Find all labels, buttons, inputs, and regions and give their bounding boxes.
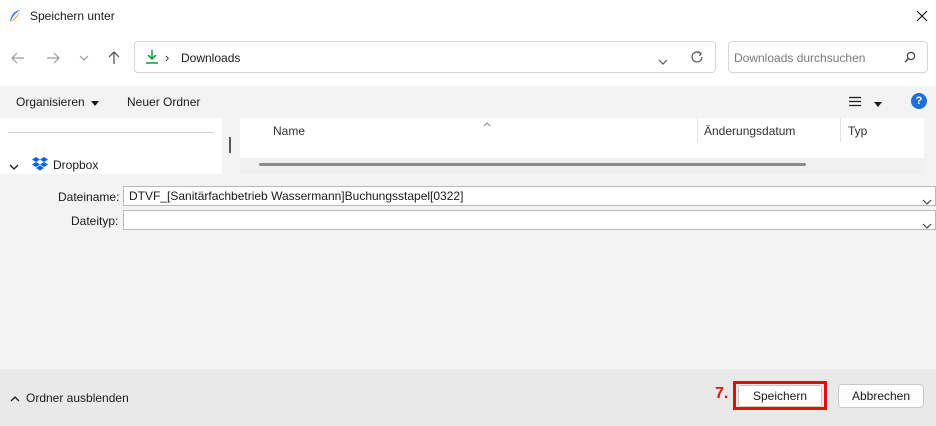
scrollbar-thumb[interactable] [259, 163, 806, 166]
search-input[interactable] [734, 50, 899, 66]
list-view-icon [848, 96, 862, 110]
refresh-icon[interactable] [690, 50, 704, 67]
arrow-right-icon[interactable] [42, 47, 64, 69]
save-button[interactable]: Speichern [738, 385, 822, 407]
filename-dropdown-chevron-down-icon[interactable] [922, 194, 932, 208]
filetype-select[interactable] [123, 210, 936, 230]
breadcrumb-downloads[interactable]: Downloads [181, 51, 240, 65]
column-divider[interactable] [840, 118, 841, 142]
hide-folders-label: Ordner ausblenden [26, 391, 129, 405]
filetype-label: Dateityp: [71, 214, 119, 228]
filetype-dropdown-chevron-down-icon[interactable] [922, 218, 932, 232]
pane-splitter-handle[interactable] [229, 137, 231, 153]
arrow-left-icon[interactable] [7, 47, 29, 69]
feather-logo-icon [8, 9, 22, 23]
chevron-up-icon [10, 391, 20, 405]
column-header-name[interactable]: Name [273, 124, 305, 138]
organize-button[interactable]: Organisieren [16, 95, 99, 109]
step-annotation: 7. [715, 385, 729, 402]
caret-down-icon [874, 96, 882, 110]
navpane-item-dropbox[interactable]: Dropbox [53, 158, 98, 172]
navpane-divider [8, 132, 214, 133]
view-options-button[interactable] [848, 96, 882, 110]
search-icon[interactable] [904, 51, 916, 66]
window-title: Speichern unter [30, 9, 115, 23]
download-icon [144, 49, 160, 68]
recent-locations-chevron-down-icon[interactable] [73, 47, 95, 69]
horizontal-scrollbar[interactable] [240, 158, 924, 174]
sort-chevron-icon [483, 116, 491, 130]
dropbox-icon [32, 156, 48, 174]
filename-label: Dateiname: [58, 190, 120, 204]
organize-label: Organisieren [16, 95, 85, 109]
caret-down-icon [90, 95, 99, 109]
expand-chevron-down-icon[interactable] [9, 159, 19, 173]
new-folder-button[interactable]: Neuer Ordner [127, 95, 200, 109]
arrow-up-icon[interactable] [103, 47, 125, 69]
breadcrumb-separator: › [165, 50, 170, 65]
file-list[interactable] [240, 118, 924, 158]
hide-folders-button[interactable]: Ordner ausblenden [10, 391, 129, 405]
help-icon[interactable]: ? [911, 93, 927, 109]
column-header-date-modified[interactable]: Änderungsdatum [704, 124, 795, 138]
title-bar [0, 0, 936, 32]
address-dropdown-chevron-down-icon[interactable] [658, 54, 668, 68]
filename-input-value[interactable]: DTVF_[Sanitärfachbetrieb Wassermann]Buch… [129, 189, 463, 203]
column-divider[interactable] [697, 118, 698, 142]
cancel-button[interactable]: Abbrechen [838, 384, 924, 408]
column-header-type[interactable]: Typ [848, 124, 867, 138]
close-icon[interactable] [912, 6, 932, 26]
